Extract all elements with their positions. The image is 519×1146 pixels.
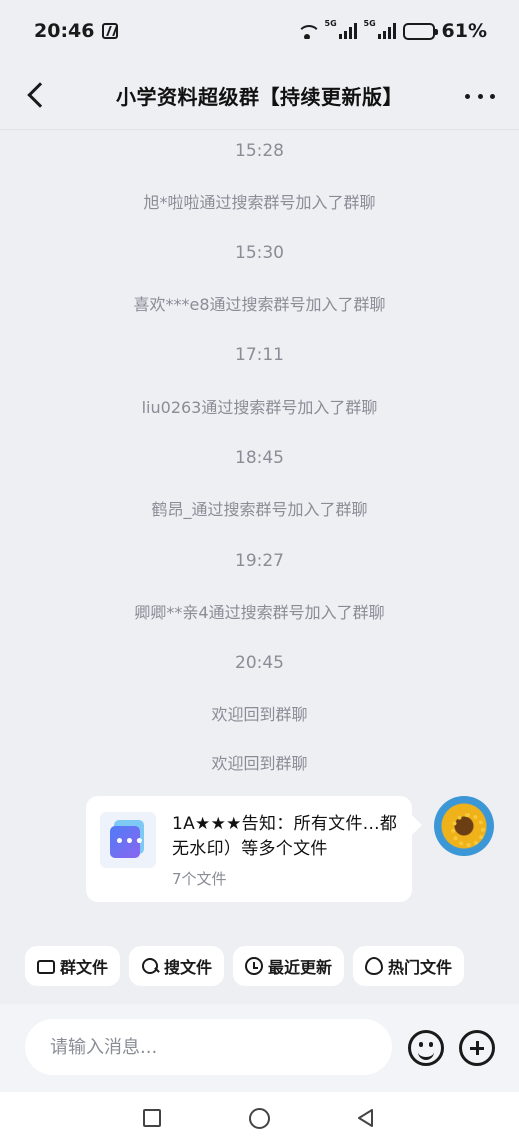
system-nav-bar	[0, 1092, 519, 1146]
chat-header: 小学资料超级群【持续更新版】	[0, 62, 519, 130]
page-title: 小学资料超级群【持续更新版】	[116, 85, 403, 109]
fire-icon	[365, 957, 384, 975]
home-icon[interactable]	[249, 1108, 270, 1129]
popular-files-button[interactable]: 热门文件	[353, 946, 465, 986]
group-files-label: 群文件	[60, 958, 109, 977]
clock-icon	[245, 957, 264, 975]
message-timestamp: 15:30	[235, 243, 284, 263]
more-options-button[interactable]	[465, 84, 495, 108]
message-input-bar	[0, 1004, 519, 1092]
file-message-row: ••• 1A★★★告知：所有文件...都无水印）等多个文件 7个文件	[0, 796, 519, 904]
system-message: 欢迎回到群聊	[211, 754, 308, 773]
system-message: 欢迎回到群聊	[211, 705, 308, 724]
nfc-icon	[102, 23, 119, 39]
popular-files-label: 热门文件	[388, 958, 453, 977]
quick-action-bar: 群文件 搜文件 最近更新 热门文件	[25, 946, 495, 986]
system-message: 卿卿**亲4通过搜索群号加入了群聊	[134, 603, 385, 622]
message-timestamp: 19:27	[235, 551, 284, 571]
search-files-button[interactable]: 搜文件	[129, 946, 225, 986]
emoji-icon[interactable]	[408, 1030, 444, 1066]
recent-updates-label: 最近更新	[268, 958, 333, 977]
file-message-card[interactable]: ••• 1A★★★告知：所有文件...都无水印）等多个文件 7个文件	[86, 796, 412, 902]
back-nav-icon[interactable]	[356, 1108, 376, 1128]
file-message-title: 1A★★★告知：所有文件...都无水印）等多个文件	[172, 814, 398, 859]
battery-icon	[402, 22, 438, 40]
message-timestamp: 15:28	[235, 141, 284, 161]
sender-avatar[interactable]	[434, 796, 494, 856]
back-button[interactable]	[22, 78, 52, 114]
signal-icon: 5G	[364, 19, 396, 39]
recent-updates-button[interactable]: 最近更新	[233, 946, 345, 986]
signal-icon: 5G	[325, 19, 357, 39]
network-type-label: 5G	[324, 19, 337, 28]
system-message: 鹤昂_通过搜索群号加入了群聊	[151, 500, 368, 519]
file-folder-icon: •••	[100, 812, 156, 868]
system-message: liu0263通过搜索群号加入了群聊	[141, 398, 378, 417]
message-timestamp: 18:45	[235, 448, 284, 468]
battery-percent: 61%	[441, 20, 487, 42]
file-message-text: 1A★★★告知：所有文件...都无水印）等多个文件 7个文件	[172, 812, 398, 888]
file-message-count: 7个文件	[172, 870, 227, 888]
system-message: 喜欢***e8通过搜索群号加入了群聊	[133, 295, 386, 314]
system-message: 旭*啦啦通过搜索群号加入了群聊	[143, 193, 376, 212]
recent-apps-icon[interactable]	[143, 1109, 161, 1127]
wifi-icon	[296, 23, 318, 39]
status-right: 5G 5G 61%	[296, 19, 487, 42]
folder-user-icon	[37, 960, 55, 974]
group-files-button[interactable]: 群文件	[25, 946, 121, 986]
message-input[interactable]	[25, 1019, 392, 1075]
message-timestamp: 17:11	[235, 345, 284, 365]
add-attachment-icon[interactable]	[459, 1030, 495, 1066]
message-timestamp: 20:45	[235, 653, 284, 673]
search-files-label: 搜文件	[164, 958, 213, 977]
status-left: 20:46	[34, 20, 119, 42]
search-icon	[141, 957, 159, 975]
status-bar: 20:46 5G 5G 61%	[0, 0, 519, 62]
status-time: 20:46	[34, 20, 95, 42]
network-type-label: 5G	[363, 19, 376, 28]
